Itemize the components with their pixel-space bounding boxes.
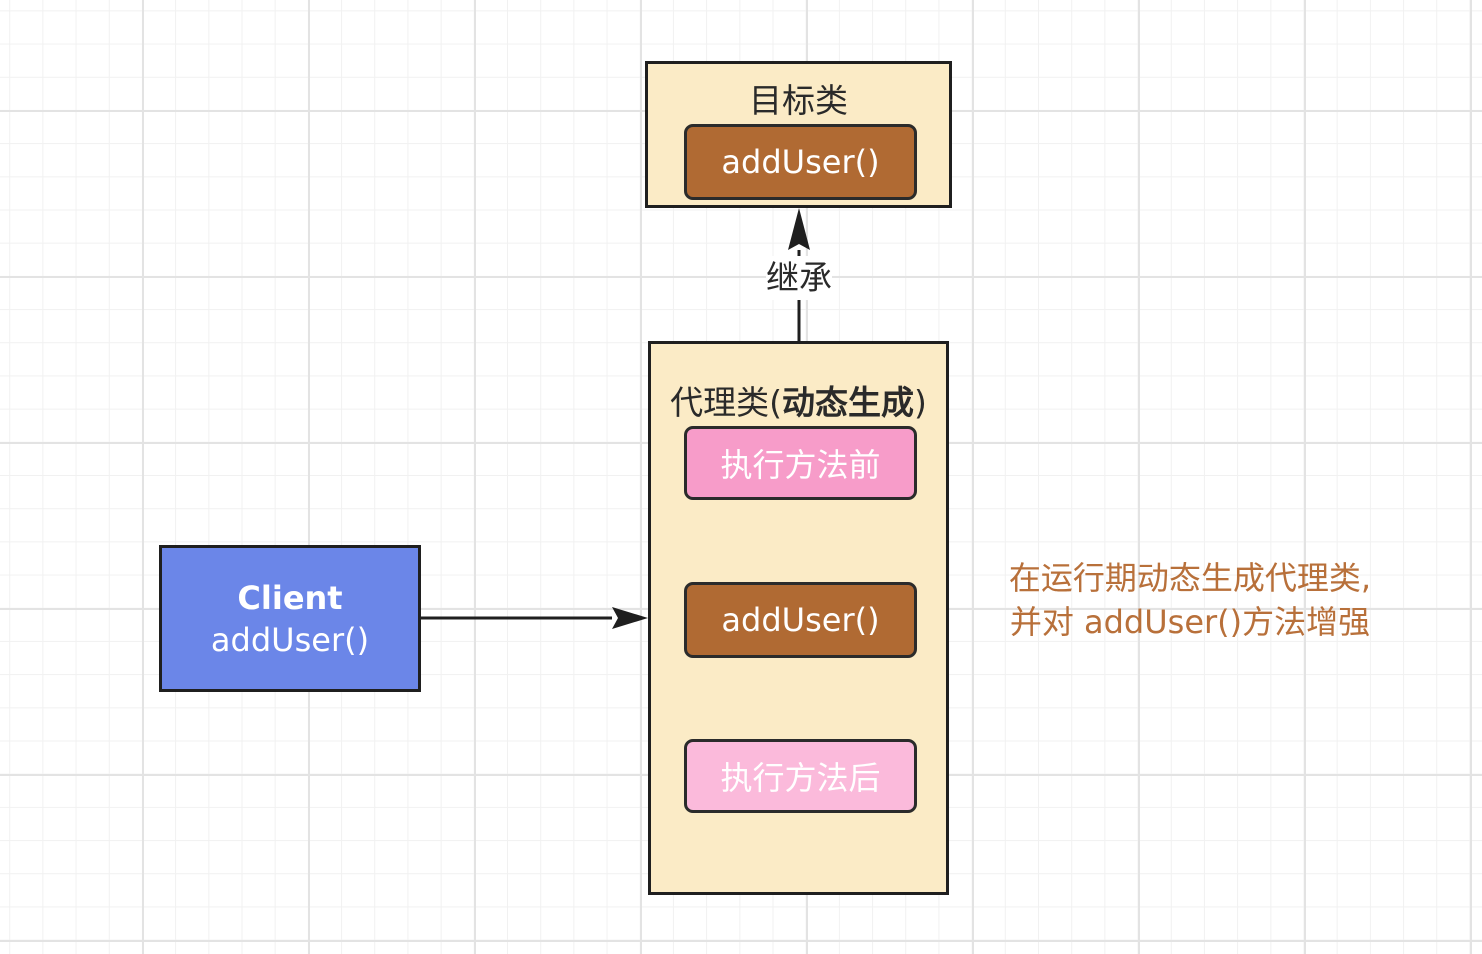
annotation-note: 在运行期动态生成代理类, 并对 addUser()方法增强: [980, 556, 1400, 644]
diagram-canvas: 继承 目标类 addUser() 代理类(动态生成) 执行方法前 addUser…: [0, 0, 1482, 954]
proxy-class-title: 代理类(动态生成): [651, 376, 946, 424]
target-class-box[interactable]: 目标类 addUser(): [645, 61, 952, 208]
client-box[interactable]: Client addUser(): [159, 545, 421, 692]
inherit-label: 继承: [766, 256, 832, 300]
client-method: addUser(): [210, 620, 370, 659]
client-title: Client: [237, 578, 343, 617]
target-adduser-method[interactable]: addUser(): [684, 124, 917, 200]
target-class-title: 目标类: [749, 81, 848, 120]
proxy-title-prefix: 代理类(: [670, 383, 782, 422]
note-line-1: 在运行期动态生成代理类,: [1008, 559, 1372, 597]
proxy-after-method[interactable]: 执行方法后: [684, 739, 917, 813]
note-line-2: 并对 addUser()方法增强: [1009, 603, 1371, 641]
inherit-arrowhead: [788, 208, 810, 250]
proxy-adduser-method[interactable]: addUser(): [684, 582, 917, 658]
proxy-before-method[interactable]: 执行方法前: [684, 426, 917, 500]
proxy-class-box[interactable]: 代理类(动态生成) 执行方法前 addUser() 执行方法后: [648, 341, 949, 895]
proxy-title-strong: 动态生成: [782, 383, 914, 422]
call-arrowhead: [612, 607, 648, 629]
proxy-title-suffix: ): [914, 383, 927, 422]
